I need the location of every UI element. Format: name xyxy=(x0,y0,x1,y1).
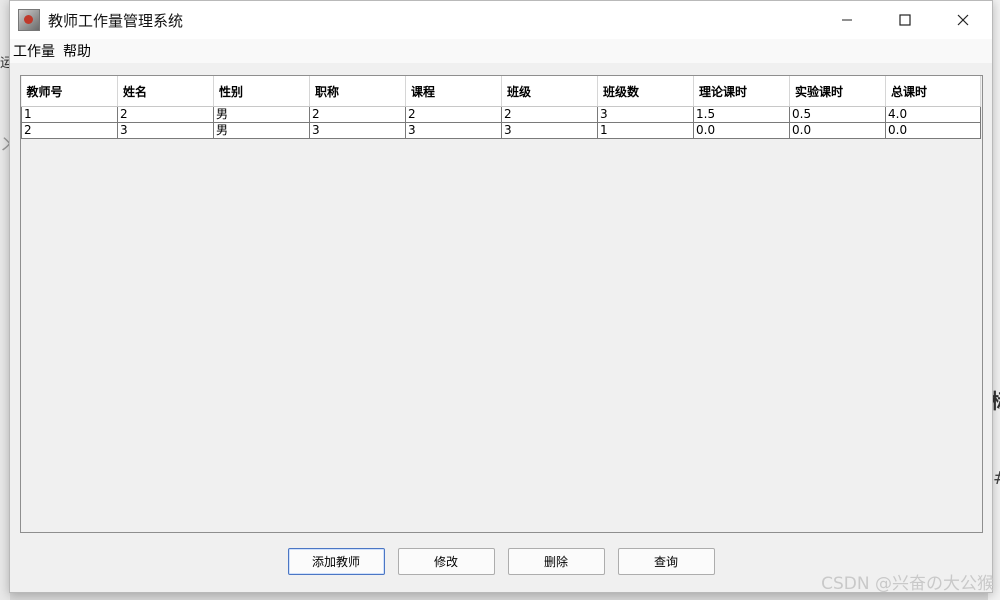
table-cell[interactable]: 3 xyxy=(597,106,694,123)
table-cell[interactable]: 1.5 xyxy=(693,106,790,123)
table-cell[interactable]: 0.0 xyxy=(789,122,886,139)
table-cell[interactable]: 0.5 xyxy=(789,106,886,123)
column-header-class-count[interactable]: 班级数 xyxy=(597,76,694,107)
table-cell[interactable]: 男 xyxy=(213,106,310,123)
table-row[interactable]: 1 2 男 2 2 2 3 1.5 0.5 4.0 xyxy=(21,106,981,123)
column-header-class[interactable]: 班级 xyxy=(501,76,598,107)
app-window: 教师工作量管理系统 工作量 帮助 教师号 姓名 性别 职称 课程 班级 班级数 … xyxy=(9,0,993,593)
window-controls xyxy=(818,1,992,39)
table-cell[interactable]: 2 xyxy=(117,106,214,123)
add-teacher-button[interactable]: 添加教师 xyxy=(287,548,385,575)
close-button[interactable] xyxy=(934,1,992,39)
table-cell[interactable]: 2 xyxy=(21,122,118,139)
table-row[interactable]: 2 3 男 3 3 3 1 0.0 0.0 0.0 xyxy=(21,122,981,139)
column-header-title[interactable]: 职称 xyxy=(309,76,406,107)
minimize-button[interactable] xyxy=(818,1,876,39)
window-title: 教师工作量管理系统 xyxy=(48,11,184,30)
menu-bar: 工作量 帮助 xyxy=(10,39,992,63)
minimize-icon xyxy=(842,19,852,21)
table-cell[interactable]: 3 xyxy=(117,122,214,139)
column-header-total-hours[interactable]: 总课时 xyxy=(885,76,981,107)
table-cell[interactable]: 男 xyxy=(213,122,310,139)
title-bar[interactable]: 教师工作量管理系统 xyxy=(10,1,992,39)
teacher-table-panel[interactable]: 教师号 姓名 性别 职称 课程 班级 班级数 理论课时 实验课时 总课时 1 2… xyxy=(20,75,983,533)
table-cell[interactable]: 3 xyxy=(309,122,406,139)
delete-button[interactable]: 删除 xyxy=(507,548,605,575)
query-button[interactable]: 查询 xyxy=(617,548,715,575)
maximize-icon xyxy=(899,14,911,26)
column-header-lab-hours[interactable]: 实验课时 xyxy=(789,76,886,107)
table-cell[interactable]: 2 xyxy=(309,106,406,123)
table-cell[interactable]: 3 xyxy=(501,122,598,139)
edit-button[interactable]: 修改 xyxy=(397,548,495,575)
column-header-gender[interactable]: 性别 xyxy=(213,76,310,107)
app-icon[interactable] xyxy=(18,9,40,31)
table-cell[interactable]: 3 xyxy=(405,122,502,139)
close-icon xyxy=(957,14,969,26)
table-cell[interactable]: 4.0 xyxy=(885,106,981,123)
table-cell[interactable]: 2 xyxy=(501,106,598,123)
table-cell[interactable]: 0.0 xyxy=(885,122,981,139)
column-header-theory-hours[interactable]: 理论课时 xyxy=(693,76,790,107)
table-cell[interactable]: 2 xyxy=(405,106,502,123)
column-header-teacher-id[interactable]: 教师号 xyxy=(21,76,118,107)
background-text-right-2: # xyxy=(993,468,1000,489)
table-header-row: 教师号 姓名 性别 职称 课程 班级 班级数 理论课时 实验课时 总课时 xyxy=(21,76,981,107)
table-cell[interactable]: 1 xyxy=(21,106,118,123)
column-header-name[interactable]: 姓名 xyxy=(117,76,214,107)
menu-help[interactable]: 帮助 xyxy=(59,41,95,61)
table-cell[interactable]: 0.0 xyxy=(693,122,790,139)
table-cell[interactable]: 1 xyxy=(597,122,694,139)
watermark: CSDN @兴奋の大公猴 xyxy=(821,574,994,594)
teacher-table[interactable]: 教师号 姓名 性别 职称 课程 班级 班级数 理论课时 实验课时 总课时 1 2… xyxy=(21,76,981,139)
maximize-button[interactable] xyxy=(876,1,934,39)
column-header-course[interactable]: 课程 xyxy=(405,76,502,107)
menu-workload[interactable]: 工作量 xyxy=(10,41,59,61)
